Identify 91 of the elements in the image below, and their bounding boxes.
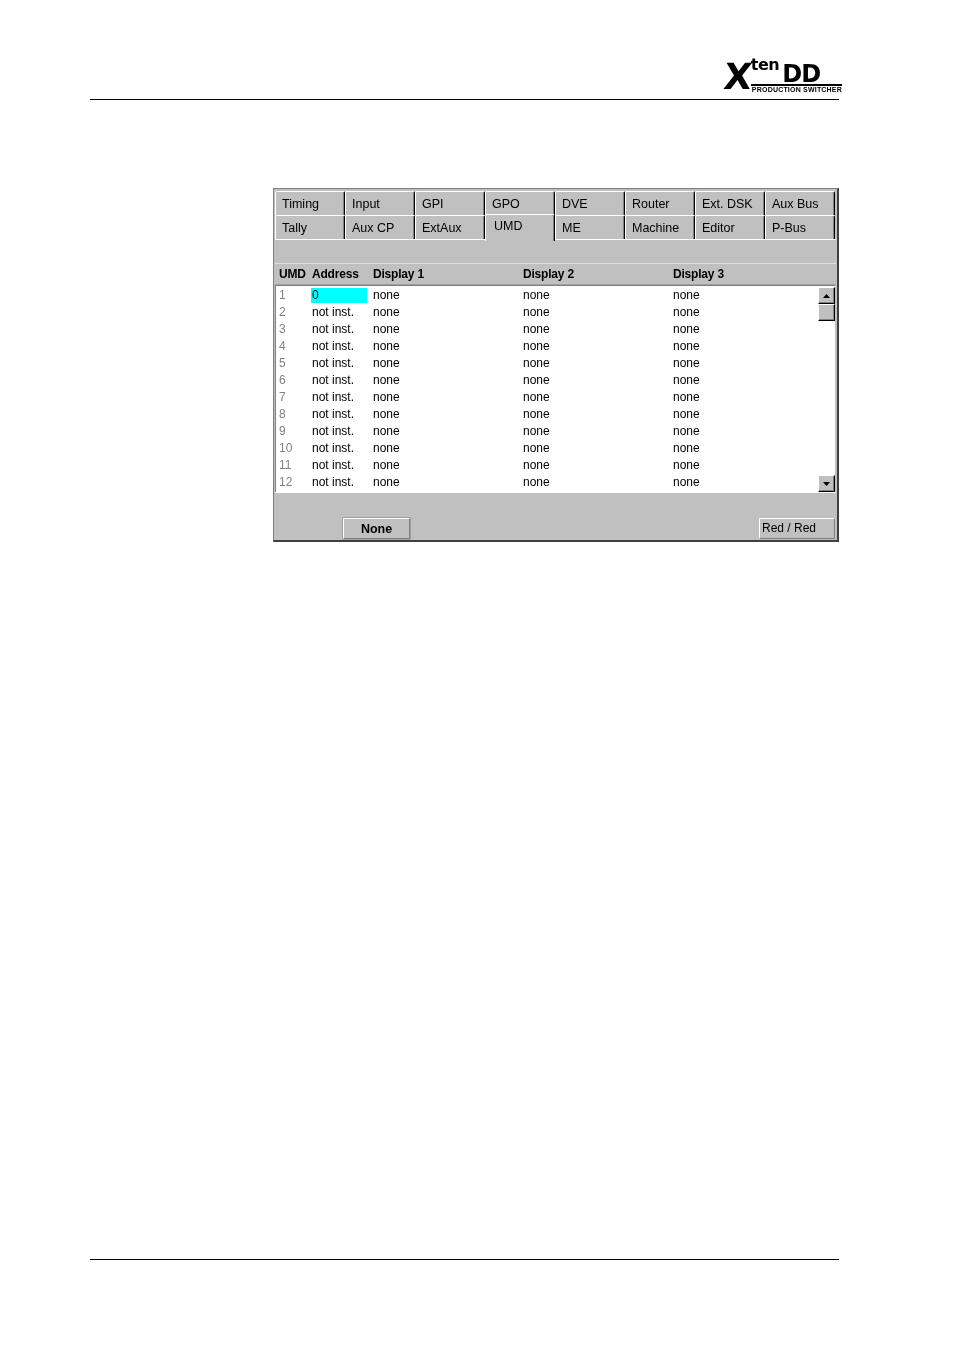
row-number: 2 bbox=[279, 304, 287, 321]
table-cell-text: none bbox=[523, 287, 551, 304]
table-cell-text: none bbox=[373, 287, 401, 304]
tab[interactable]: Aux CP bbox=[345, 215, 415, 239]
table-cell-text: none bbox=[673, 406, 701, 423]
table-cell-text: none bbox=[523, 406, 551, 423]
table-cell-text: none bbox=[373, 338, 401, 355]
tab[interactable]: Ext. DSK bbox=[695, 191, 765, 215]
logo-mark: X bbox=[722, 62, 753, 92]
table-cell-text: none bbox=[673, 389, 701, 406]
tab[interactable]: GPO bbox=[485, 191, 555, 215]
logo-text: DD bbox=[782, 64, 821, 84]
table-cell[interactable]: not inst. bbox=[311, 458, 367, 473]
table-cell-text: none bbox=[673, 321, 701, 338]
row-number: 3 bbox=[279, 321, 287, 338]
table-cell-text: none bbox=[373, 440, 401, 457]
tab[interactable]: Tally bbox=[275, 215, 345, 239]
table-cell[interactable]: not inst. bbox=[311, 390, 367, 405]
tab[interactable]: Input bbox=[345, 191, 415, 215]
table-cell-text: none bbox=[373, 474, 401, 491]
table-cell-text: none bbox=[373, 304, 401, 321]
status-field: Red / Red bbox=[759, 518, 835, 539]
column-header: Address bbox=[312, 267, 360, 281]
row-number: 8 bbox=[279, 406, 287, 423]
table-cell-text: none bbox=[523, 423, 551, 440]
table-cell-text: none bbox=[523, 389, 551, 406]
table-cell-text: none bbox=[523, 355, 551, 372]
row-number: 11 bbox=[279, 457, 293, 474]
column-header: Display 1 bbox=[373, 267, 425, 281]
table-cell[interactable]: not inst. bbox=[311, 424, 367, 439]
table-cell[interactable]: not inst. bbox=[311, 339, 367, 354]
tab[interactable]: GPI bbox=[415, 191, 485, 215]
table-cell-text: none bbox=[523, 440, 551, 457]
table-cell-text: none bbox=[673, 474, 701, 491]
row-number: 10 bbox=[279, 440, 294, 457]
tab[interactable]: DVE bbox=[555, 191, 625, 215]
up-arrow-icon bbox=[823, 293, 830, 298]
scrollbar-thumb[interactable] bbox=[818, 304, 835, 321]
table-cell[interactable]: not inst. bbox=[311, 322, 367, 337]
row-number: 6 bbox=[279, 372, 287, 389]
tab[interactable]: ME bbox=[555, 215, 625, 239]
tab[interactable]: P-Bus bbox=[765, 215, 835, 239]
table-cell-text: none bbox=[373, 355, 401, 372]
row-number: 9 bbox=[279, 423, 287, 440]
row-number: 5 bbox=[279, 355, 287, 372]
table-cell-text: none bbox=[523, 474, 551, 491]
tab[interactable]: Router bbox=[625, 191, 695, 215]
table-cell-text: none bbox=[523, 304, 551, 321]
table-cell-text: none bbox=[673, 372, 701, 389]
row-number: 4 bbox=[279, 338, 287, 355]
logo-text: ten bbox=[750, 58, 780, 72]
row-number: 7 bbox=[279, 389, 287, 406]
row-number: 12 bbox=[279, 474, 294, 491]
table-cell-text: none bbox=[523, 338, 551, 355]
row-number: 1 bbox=[279, 287, 287, 304]
table-cell-text: none bbox=[373, 423, 401, 440]
column-header: UMD bbox=[279, 267, 307, 281]
table-cell-text: none bbox=[673, 304, 701, 321]
table-cell-text: none bbox=[373, 389, 401, 406]
table-cell-text: none bbox=[373, 372, 401, 389]
column-header: Display 2 bbox=[523, 267, 575, 281]
table-cell-text: none bbox=[373, 406, 401, 423]
tab[interactable]: ExtAux bbox=[415, 215, 485, 239]
tab[interactable]: Editor bbox=[695, 215, 765, 239]
table-cell[interactable]: not inst. bbox=[311, 373, 367, 388]
none-button[interactable]: None bbox=[343, 518, 410, 539]
table-cell-text: none bbox=[373, 321, 401, 338]
table-cell[interactable]: not inst. bbox=[311, 475, 367, 490]
scroll-up-button[interactable] bbox=[818, 287, 835, 304]
table-cell[interactable]: not inst. bbox=[311, 305, 367, 320]
table-cell-text: none bbox=[673, 457, 701, 474]
tab[interactable]: Machine bbox=[625, 215, 695, 239]
table-cell-text: none bbox=[673, 338, 701, 355]
table-cell[interactable]: not inst. bbox=[311, 407, 367, 422]
table-cell[interactable]: not inst. bbox=[311, 356, 367, 371]
table-cell-text: none bbox=[373, 457, 401, 474]
table-cell-text: none bbox=[523, 321, 551, 338]
table-cell-text: none bbox=[673, 287, 701, 304]
table-cell[interactable]: 0 bbox=[311, 288, 367, 303]
table-cell-text: none bbox=[673, 440, 701, 457]
tab[interactable]: UMD bbox=[485, 214, 555, 241]
tab[interactable]: Aux Bus bbox=[765, 191, 835, 215]
tab[interactable]: Timing bbox=[275, 191, 345, 215]
down-arrow-icon bbox=[823, 481, 830, 486]
table-cell-text: none bbox=[523, 457, 551, 474]
table-cell-text: none bbox=[673, 355, 701, 372]
scroll-down-button[interactable] bbox=[818, 475, 835, 492]
table-cell[interactable]: not inst. bbox=[311, 441, 367, 456]
table-cell-text: none bbox=[673, 423, 701, 440]
table-cell-text: none bbox=[523, 372, 551, 389]
column-header: Display 3 bbox=[673, 267, 725, 281]
